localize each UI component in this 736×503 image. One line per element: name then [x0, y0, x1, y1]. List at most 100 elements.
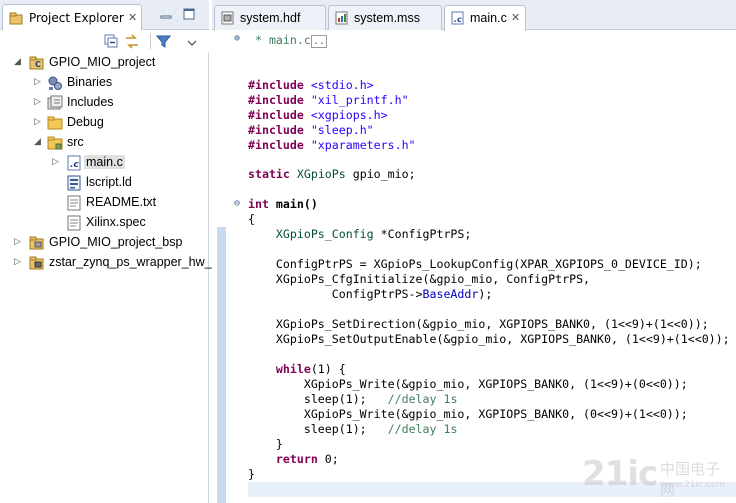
code-text: 0; — [317, 452, 339, 466]
code-line: { — [248, 212, 255, 227]
tree-item-label: Binaries — [67, 75, 113, 89]
code-editor-panel: system.hdf system.mss .c main.c ✕ ⊕ ⊖ * … — [212, 0, 736, 503]
string-literal: <xgpiops.h> — [310, 108, 388, 122]
collapse-all-icon[interactable] — [104, 34, 119, 52]
tree-item-main-c[interactable]: ▷ .c main.c — [0, 153, 209, 173]
code-line: #include "xparameters.h" — [248, 138, 416, 153]
code-line: #include <xgpiops.h> — [248, 108, 388, 123]
c-file-icon: .c — [451, 11, 465, 28]
code-text: XGpioPs_Write(&gpio_mio, XGPIOPS_BANK0, … — [303, 377, 688, 391]
collapsed-chevron-icon[interactable]: ▷ — [14, 257, 21, 267]
tree-item-includes[interactable]: ▷ Includes — [0, 93, 209, 113]
tab-main-c[interactable]: .c main.c ✕ — [444, 5, 526, 31]
expand-fold-icon[interactable]: ⊕ — [234, 33, 240, 44]
keyword: #include — [248, 108, 304, 122]
code-line: sleep(1); //delay 1s — [248, 422, 458, 437]
function-name: main() — [268, 197, 318, 211]
tree-item-xilinx-spec[interactable]: Xilinx.spec — [0, 213, 209, 233]
collapsed-chevron-icon[interactable]: ▷ — [14, 237, 21, 247]
string-literal: <stdio.h> — [310, 78, 374, 92]
folded-ellipsis-icon[interactable]: .. — [310, 35, 327, 48]
tab-system-mss[interactable]: system.mss — [328, 5, 442, 30]
code-line: XGpioPs_SetOutputEnable(&gpio_mio, XGPIO… — [248, 332, 730, 347]
tree-item-gpio-mio-project-bsp[interactable]: ▷ GPIO_MIO_project_bsp — [0, 233, 209, 253]
tree-item-label: src — [67, 135, 84, 149]
mss-file-icon — [335, 11, 349, 28]
minimize-icon[interactable] — [160, 8, 172, 23]
code-text: ConfigPtrPS = XGpioPs_LookupConfig(XPAR_… — [275, 257, 702, 271]
watermark-logo: 21ic 中国电子网 www.21ic.com — [582, 452, 732, 499]
tree-item-lscript[interactable]: lscript.ld — [0, 173, 209, 193]
expanded-chevron-icon[interactable]: ◢ — [14, 57, 21, 67]
filter-icon[interactable] — [155, 34, 172, 52]
tree-item-hw-platform[interactable]: ▷ zstar_zynq_ps_wrapper_hw_ — [0, 253, 212, 273]
collapsed-chevron-icon[interactable]: ▷ — [34, 97, 41, 107]
field-name: BaseAddr — [422, 287, 479, 301]
code-text: XGpioPs_SetDirection(&gpio_mio, XGPIOPS_… — [275, 317, 709, 331]
code-text: } — [248, 467, 255, 481]
close-icon[interactable]: ✕ — [128, 11, 137, 24]
view-menu-chevron-down-icon[interactable] — [187, 36, 197, 50]
link-with-editor-icon[interactable] — [124, 34, 140, 52]
code-area[interactable]: * main.c.. #include <stdio.h> #include "… — [248, 30, 736, 503]
tree-item-label: main.c — [84, 155, 125, 169]
tree-item-debug[interactable]: ▷ Debug — [0, 113, 209, 133]
collapse-fold-icon[interactable]: ⊖ — [234, 198, 240, 209]
editor-gutter: ⊕ ⊖ — [212, 30, 246, 503]
watermark-chinese-text: 中国电子网 — [660, 460, 721, 499]
keyword: return — [275, 452, 318, 466]
code-text: *ConfigPtrPS; — [373, 227, 472, 241]
type-name: XGpioPs — [296, 167, 346, 181]
code-line: } — [248, 467, 255, 482]
collapsed-chevron-icon[interactable]: ▷ — [34, 77, 41, 87]
folded-comment-text: * main.c — [254, 33, 311, 47]
code-line: ConfigPtrPS = XGpioPs_LookupConfig(XPAR_… — [248, 257, 702, 272]
code-line: #include "sleep.h" — [248, 123, 374, 138]
svg-text:.c: .c — [70, 160, 79, 170]
code-line: XGpioPs_SetDirection(&gpio_mio, XGPIOPS_… — [248, 317, 709, 332]
tree-item-readme[interactable]: README.txt — [0, 193, 209, 213]
close-icon[interactable]: ✕ — [511, 11, 520, 24]
tree-item-src[interactable]: ◢ src — [0, 133, 209, 153]
code-text: sleep(1); — [303, 392, 367, 406]
svg-text:.c: .c — [454, 15, 462, 24]
code-line: sleep(1); //delay 1s — [248, 392, 458, 407]
code-text: XGpioPs_CfgInitialize(&gpio_mio, ConfigP… — [275, 272, 591, 286]
code-line: int main() — [248, 197, 318, 212]
includes-folder-icon — [47, 95, 63, 114]
code-text: ); — [478, 287, 493, 301]
code-line: XGpioPs_CfgInitialize(&gpio_mio, ConfigP… — [248, 272, 590, 287]
collapsed-chevron-icon[interactable]: ▷ — [34, 117, 41, 127]
spec-file-icon — [66, 215, 82, 234]
code-text: ConfigPtrPS-> — [275, 287, 423, 301]
maximize-icon[interactable] — [183, 8, 195, 23]
c-project-icon: C — [29, 55, 45, 74]
tab-label: main.c — [470, 11, 507, 25]
code-line: while(1) { — [248, 362, 346, 377]
tree-item-gpio-mio-project[interactable]: ◢ C GPIO_MIO_project — [0, 53, 209, 73]
hdf-file-icon — [221, 11, 235, 28]
tree-item-label: README.txt — [86, 195, 157, 209]
project-explorer-icon — [9, 12, 25, 29]
bsp-project-icon — [29, 235, 45, 254]
explorer-tab-bar: Project Explorer ✕ — [0, 0, 209, 30]
binaries-folder-icon — [47, 75, 63, 94]
expanded-chevron-icon[interactable]: ◢ — [34, 137, 41, 147]
tree-item-label: zstar_zynq_ps_wrapper_hw_ — [49, 255, 212, 269]
keyword: #include — [248, 123, 304, 137]
comment: //delay 1s — [387, 392, 458, 406]
collapsed-chevron-icon[interactable]: ▷ — [52, 157, 59, 167]
code-line: #include <stdio.h> — [248, 78, 374, 93]
tab-project-explorer[interactable]: Project Explorer ✕ — [2, 4, 142, 30]
tree-item-label: Debug — [67, 115, 104, 129]
tree-item-binaries[interactable]: ▷ Binaries — [0, 73, 209, 93]
code-text: { — [248, 212, 255, 226]
tab-system-hdf[interactable]: system.hdf — [214, 5, 326, 30]
source-folder-icon — [47, 135, 63, 154]
folded-header-comment: * main.c.. — [248, 33, 327, 48]
string-literal: "xil_printf.h" — [310, 93, 409, 107]
string-literal: "sleep.h" — [310, 123, 374, 137]
svg-text:C: C — [35, 60, 41, 69]
code-line: XGpioPs_Write(&gpio_mio, XGPIOPS_BANK0, … — [248, 377, 688, 392]
tree-item-label: GPIO_MIO_project_bsp — [49, 235, 183, 249]
